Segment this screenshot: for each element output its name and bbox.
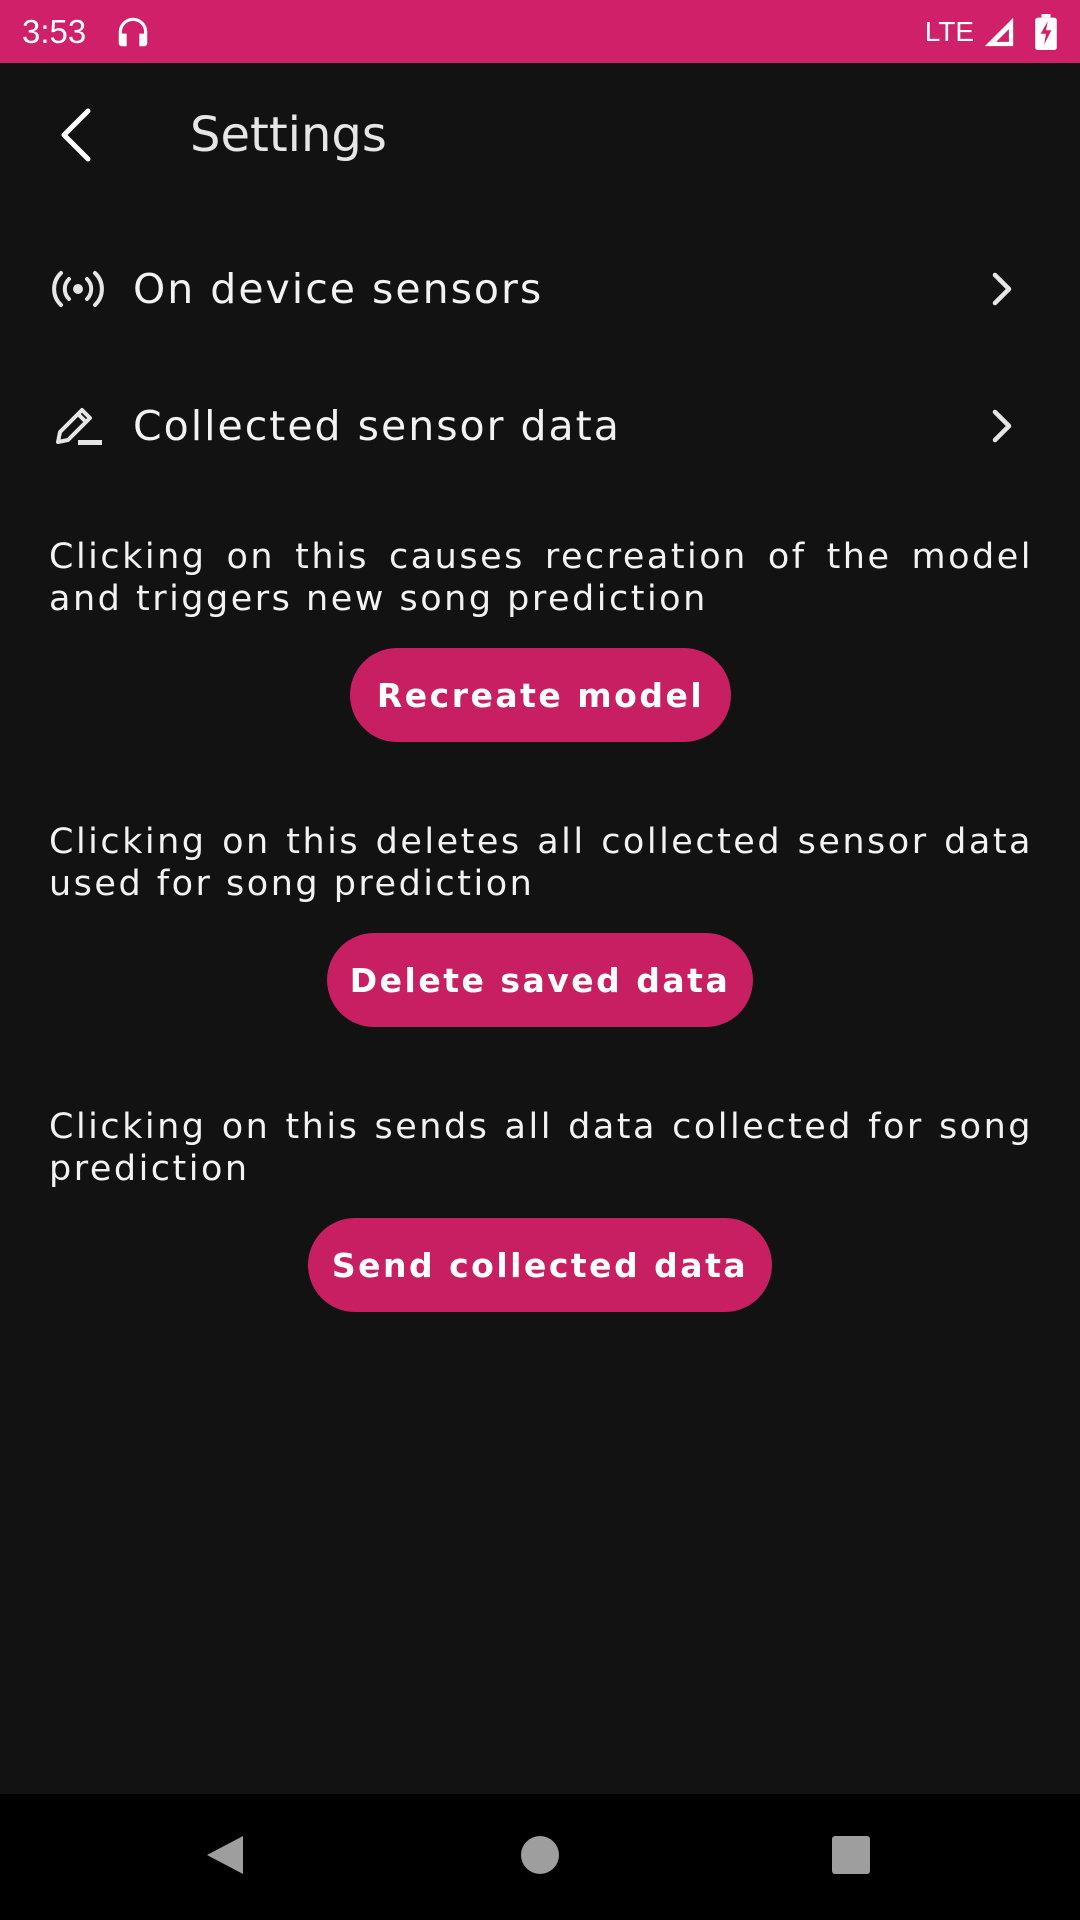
system-nav-bar (0, 1794, 1080, 1920)
menu-item-label: Collected sensor data (133, 402, 621, 450)
menu-item-on-device-sensors[interactable]: On device sensors (0, 229, 1080, 349)
nav-home-button[interactable] (505, 1822, 575, 1892)
status-bar: 3:53 LTE (0, 0, 1080, 63)
delete-data-description: Clicking on this deletes all collected s… (49, 822, 1033, 904)
recents-square-icon (831, 1835, 871, 1879)
battery-charging-icon (1034, 13, 1058, 50)
menu-item-label: On device sensors (133, 265, 544, 313)
network-type: LTE (924, 15, 974, 47)
delete-saved-data-button[interactable]: Delete saved data (327, 933, 753, 1027)
chevron-right-icon (982, 269, 1022, 309)
back-button[interactable] (40, 101, 112, 173)
home-circle-icon (519, 1834, 561, 1880)
back-triangle-icon (203, 1832, 247, 1882)
app-bar: Settings (0, 63, 1080, 211)
status-indicators: LTE (924, 13, 1058, 50)
headphones-icon (114, 13, 152, 51)
sensors-icon (48, 259, 108, 319)
recreate-model-button[interactable]: Recreate model (350, 648, 731, 742)
edit-pencil-icon (48, 396, 108, 456)
signal-icon (982, 15, 1016, 49)
status-time: 3:53 (22, 12, 87, 50)
nav-back-button[interactable] (190, 1822, 260, 1892)
send-data-description: Clicking on this sends all data collecte… (49, 1107, 1033, 1189)
back-arrow-icon (56, 107, 96, 167)
chevron-right-icon (982, 406, 1022, 446)
recreate-model-description: Clicking on this causes recreation of th… (49, 537, 1033, 619)
send-collected-data-button[interactable]: Send collected data (308, 1218, 772, 1312)
page-title: Settings (190, 107, 387, 163)
menu-item-collected-sensor-data[interactable]: Collected sensor data (0, 366, 1080, 486)
nav-recents-button[interactable] (816, 1822, 886, 1892)
